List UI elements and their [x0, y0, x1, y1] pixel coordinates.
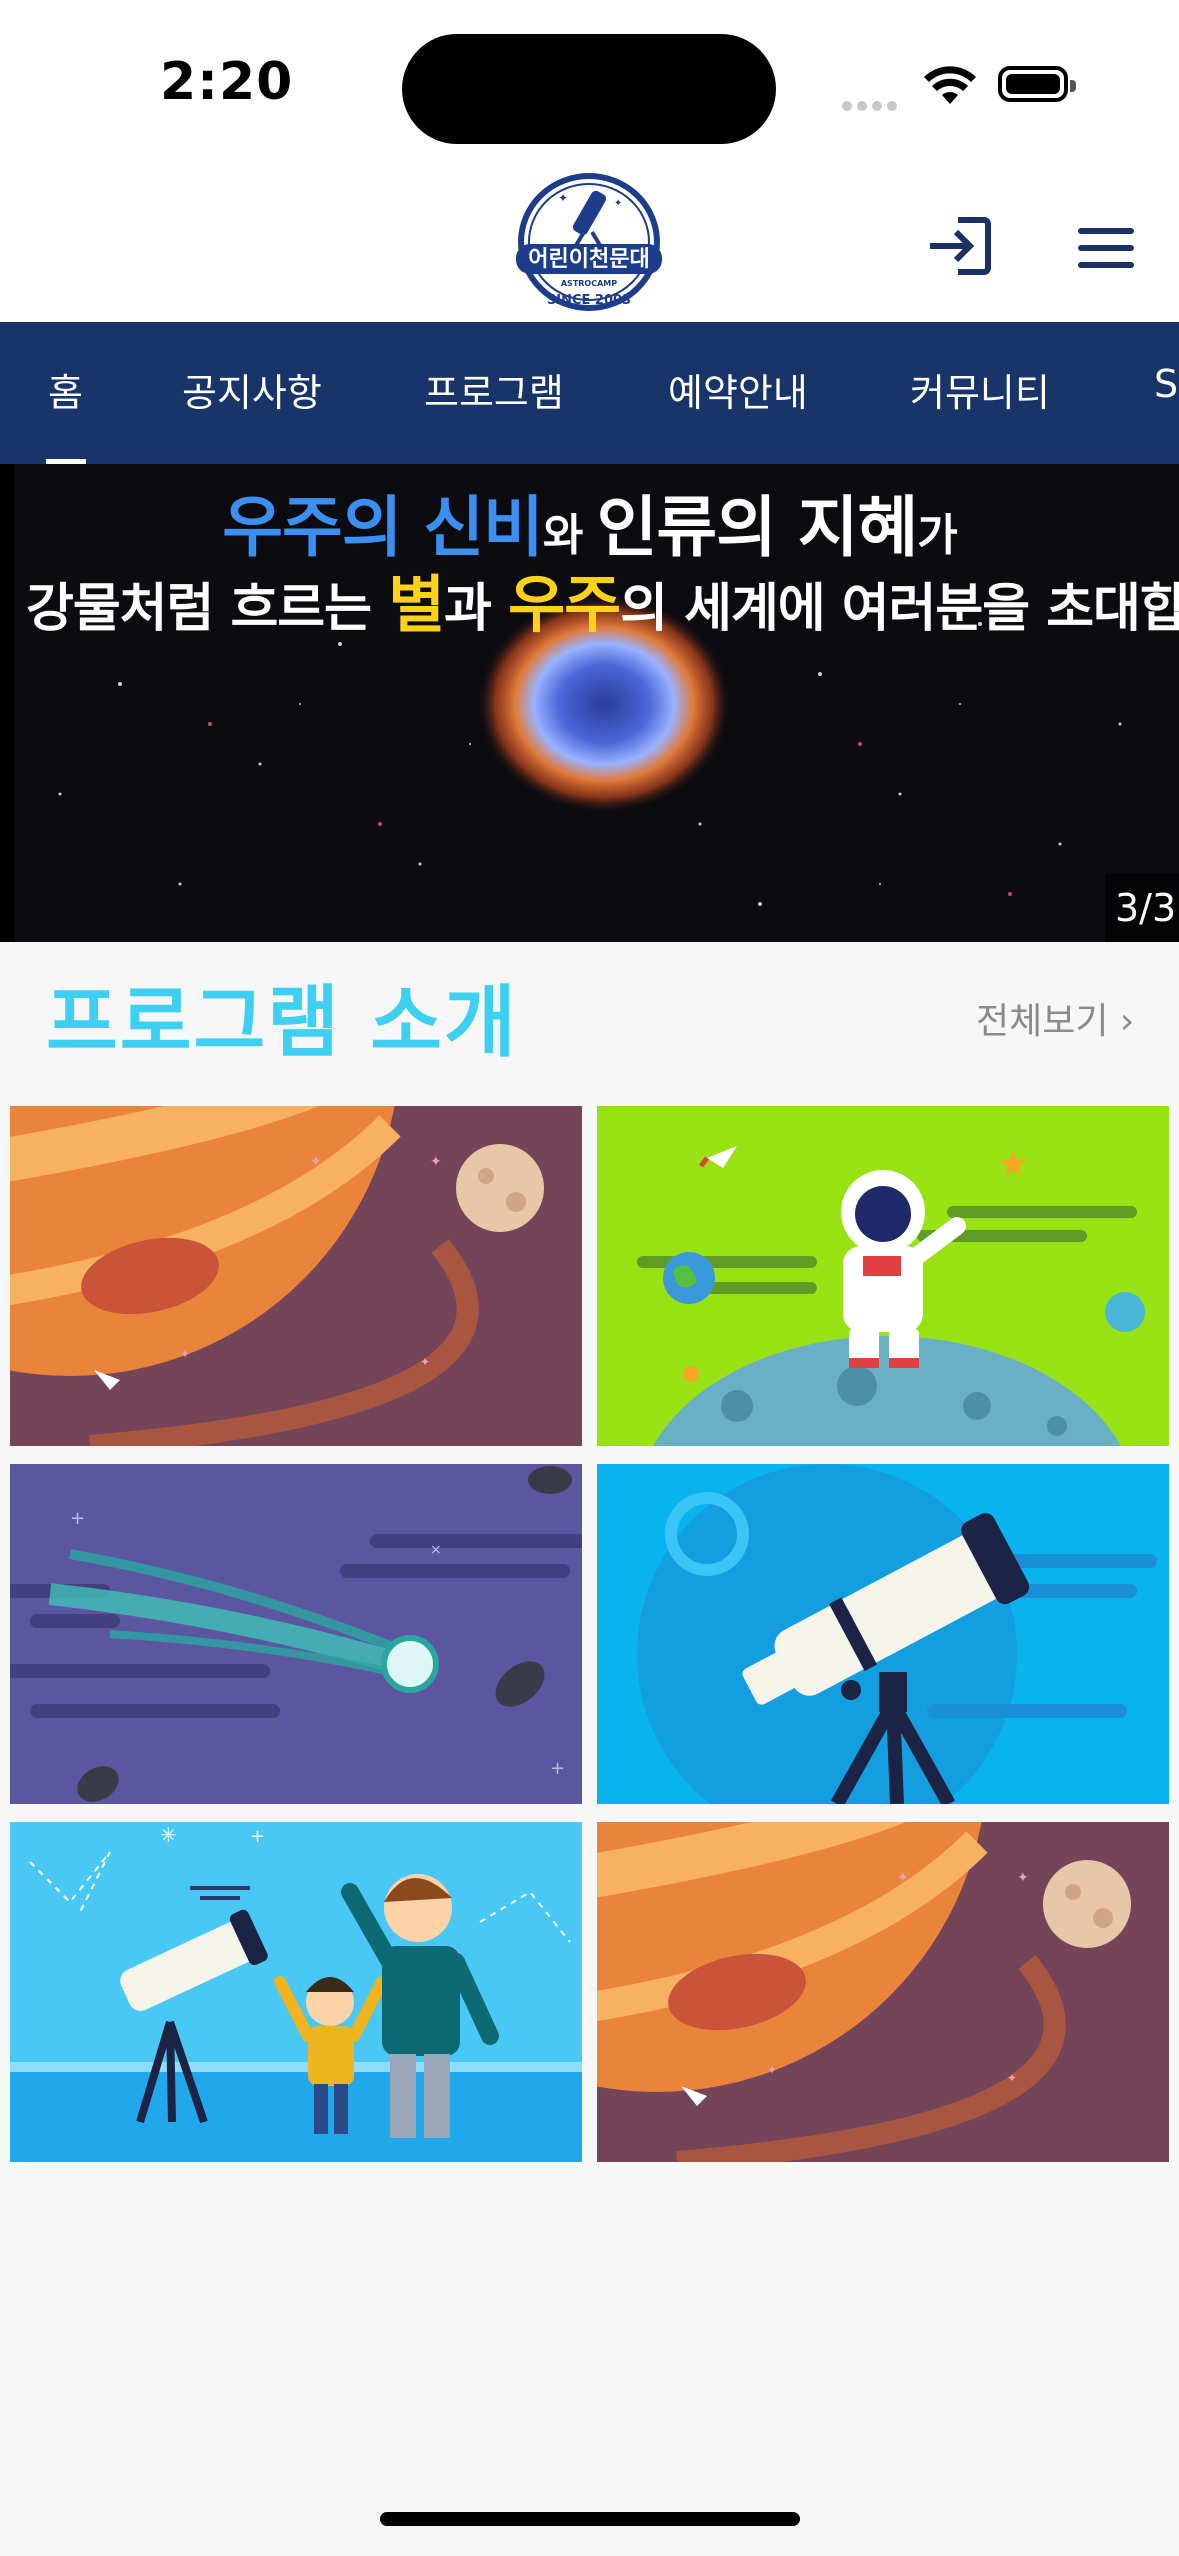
planet-illustration: ✦ ✦ ✦ ✦: [10, 1106, 582, 1446]
svg-text:✦: ✦: [310, 1154, 322, 1170]
svg-text:✦: ✦: [180, 1347, 190, 1361]
svg-text:SINCE 2003: SINCE 2003: [547, 293, 631, 308]
astrocamp-logo[interactable]: ✦ ✦ 어린이천문대 ASTROCAMP SINCE 2003: [512, 172, 666, 314]
cellular-signal-icon: [842, 96, 902, 115]
planet-illustration: ✦ ✦ ✦ ✦: [597, 1822, 1169, 2162]
svg-text:✦: ✦: [1007, 2071, 1017, 2085]
slide-counter: 3/3: [1105, 874, 1179, 942]
family-telescope-illustration: ✳ +: [10, 1822, 582, 2162]
section-title: 프로그램 소개: [46, 978, 518, 1068]
main-nav: 홈 공지사항 프로그램 예약안내 커뮤니티 S: [0, 322, 1179, 464]
banner-subheadline: 강물처럼 흐르는 별과 우주의 세계에 여러분을 초대합니다.: [26, 568, 1179, 641]
see-all-link[interactable]: 전체보기 ›: [976, 992, 1134, 1044]
nav-item-community[interactable]: 커뮤니티: [910, 362, 1050, 417]
app-header: ✦ ✦ 어린이천문대 ASTROCAMP SINCE 2003: [0, 160, 1179, 322]
svg-text:✦: ✦: [767, 2063, 777, 2077]
comet-illustration: + + ×: [10, 1464, 582, 1804]
login-icon[interactable]: [928, 216, 992, 276]
svg-text:✦: ✦: [430, 1154, 442, 1170]
dynamic-island: [402, 34, 776, 144]
svg-text:✦: ✦: [558, 191, 568, 205]
wifi-icon: [924, 66, 976, 104]
nav-item-home[interactable]: 홈: [48, 362, 83, 417]
nav-item-reservation[interactable]: 예약안내: [668, 362, 808, 417]
nav-item-programs[interactable]: 프로그램: [424, 362, 564, 417]
hero-banner[interactable]: 우주의 신비와 인류의 지혜가 강물처럼 흐르는 별과 우주의 세계에 여러분을…: [0, 464, 1179, 942]
program-card[interactable]: ✦ ✦ ✦ ✦: [10, 1106, 582, 1446]
svg-text:+: +: [70, 1508, 85, 1529]
status-bar: 2:20: [0, 0, 1179, 160]
svg-text:✳: ✳: [160, 1823, 177, 1847]
svg-text:+: +: [250, 1826, 265, 1847]
program-card[interactable]: ★: [597, 1106, 1169, 1446]
program-card[interactable]: ✳ +: [10, 1822, 582, 2162]
program-card[interactable]: [597, 1464, 1169, 1804]
hamburger-menu-icon[interactable]: [1078, 226, 1134, 270]
nav-item-notices[interactable]: 공지사항: [182, 362, 322, 417]
svg-text:✦: ✦: [420, 1355, 430, 1369]
svg-text:+: +: [550, 1758, 565, 1779]
program-card[interactable]: ✦ ✦ ✦ ✦: [597, 1822, 1169, 2162]
program-card[interactable]: + + ×: [10, 1464, 582, 1804]
svg-text:어린이천문대: 어린이천문대: [528, 247, 649, 272]
astronaut-illustration: ★: [597, 1106, 1169, 1446]
svg-text:✦: ✦: [897, 1870, 909, 1886]
nav-item-more[interactable]: S: [1154, 362, 1178, 406]
telescope-illustration: [597, 1464, 1169, 1804]
svg-text:ASTROCAMP: ASTROCAMP: [561, 279, 617, 288]
battery-icon: [998, 66, 1076, 102]
home-indicator[interactable]: [380, 2512, 800, 2526]
svg-text:✦: ✦: [1017, 1870, 1029, 1886]
status-time: 2:20: [160, 52, 294, 112]
svg-text:★: ★: [997, 1144, 1029, 1185]
svg-text:✦: ✦: [614, 198, 622, 209]
svg-text:×: ×: [430, 1542, 442, 1558]
